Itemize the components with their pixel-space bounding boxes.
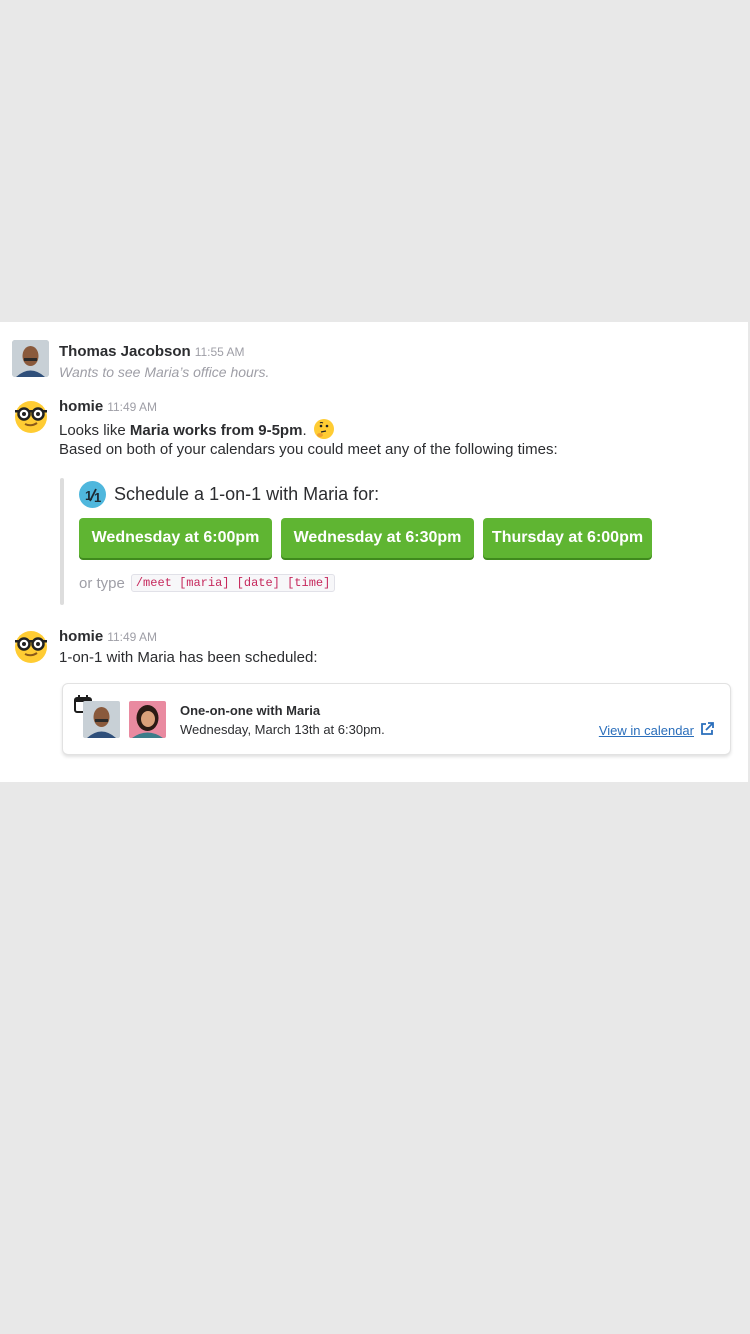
nerd-face-icon[interactable]: [11, 396, 51, 436]
maria-avatar: [129, 701, 166, 738]
author-name[interactable]: Thomas Jacobson: [59, 343, 191, 360]
or-type-hint: or type /meet [maria] [date] [time]: [79, 574, 336, 592]
time-option-button-1[interactable]: Wednesday at 6:00pm: [79, 518, 272, 558]
text-suffix: .: [302, 421, 307, 439]
one-on-one-badge-icon: 1 1: [79, 481, 106, 508]
text-prefix: Looks like: [59, 421, 130, 439]
message-text-line2: Based on both of your calendars you coul…: [59, 441, 558, 458]
attachment-title: 1 1 Schedule a 1-on-1 with Maria for:: [79, 481, 379, 508]
svg-text:1: 1: [94, 490, 101, 504]
or-type-label: or type: [79, 574, 125, 592]
event-title: One-on-one with Maria: [180, 703, 321, 718]
external-link-icon[interactable]: [700, 722, 714, 739]
time-option-button-3[interactable]: Thursday at 6:00pm: [483, 518, 652, 558]
meet-command-code: /meet [maria] [date] [time]: [130, 574, 336, 592]
nerd-face-icon[interactable]: [11, 626, 51, 666]
message-text: Wants to see Maria’s office hours.: [59, 364, 270, 380]
attachment-bar: [60, 478, 64, 605]
message-author-homie[interactable]: homie 11:49 AM: [59, 628, 157, 645]
message-timestamp: 11:49 AM: [107, 400, 157, 414]
thomas-avatar[interactable]: [12, 340, 49, 377]
time-option-button-2[interactable]: Wednesday at 6:30pm: [281, 518, 474, 558]
text-bold: Maria works from 9-5pm: [129, 421, 303, 439]
svg-text:1: 1: [85, 488, 92, 503]
schedule-title-text: Schedule a 1-on-1 with Maria for:: [114, 484, 380, 504]
thomas-avatar: [83, 701, 120, 738]
event-date: Wednesday, March 13th at 6:30pm.: [180, 722, 385, 737]
author-name[interactable]: homie: [59, 628, 103, 645]
message-author-thomas[interactable]: Thomas Jacobson 11:55 AM: [59, 343, 245, 360]
message-text: 1-on-1 with Maria has been scheduled:: [59, 649, 318, 666]
message-timestamp: 11:49 AM: [107, 630, 157, 644]
message-timestamp: 11:55 AM: [194, 345, 245, 359]
author-name[interactable]: homie: [59, 398, 103, 415]
event-card[interactable]: One-on-one with Maria Wednesday, March 1…: [62, 683, 731, 755]
message-author-homie[interactable]: homie 11:49 AM: [59, 398, 157, 415]
view-in-calendar-link[interactable]: View in calendar: [599, 722, 714, 739]
view-in-calendar-label[interactable]: View in calendar: [599, 723, 694, 738]
